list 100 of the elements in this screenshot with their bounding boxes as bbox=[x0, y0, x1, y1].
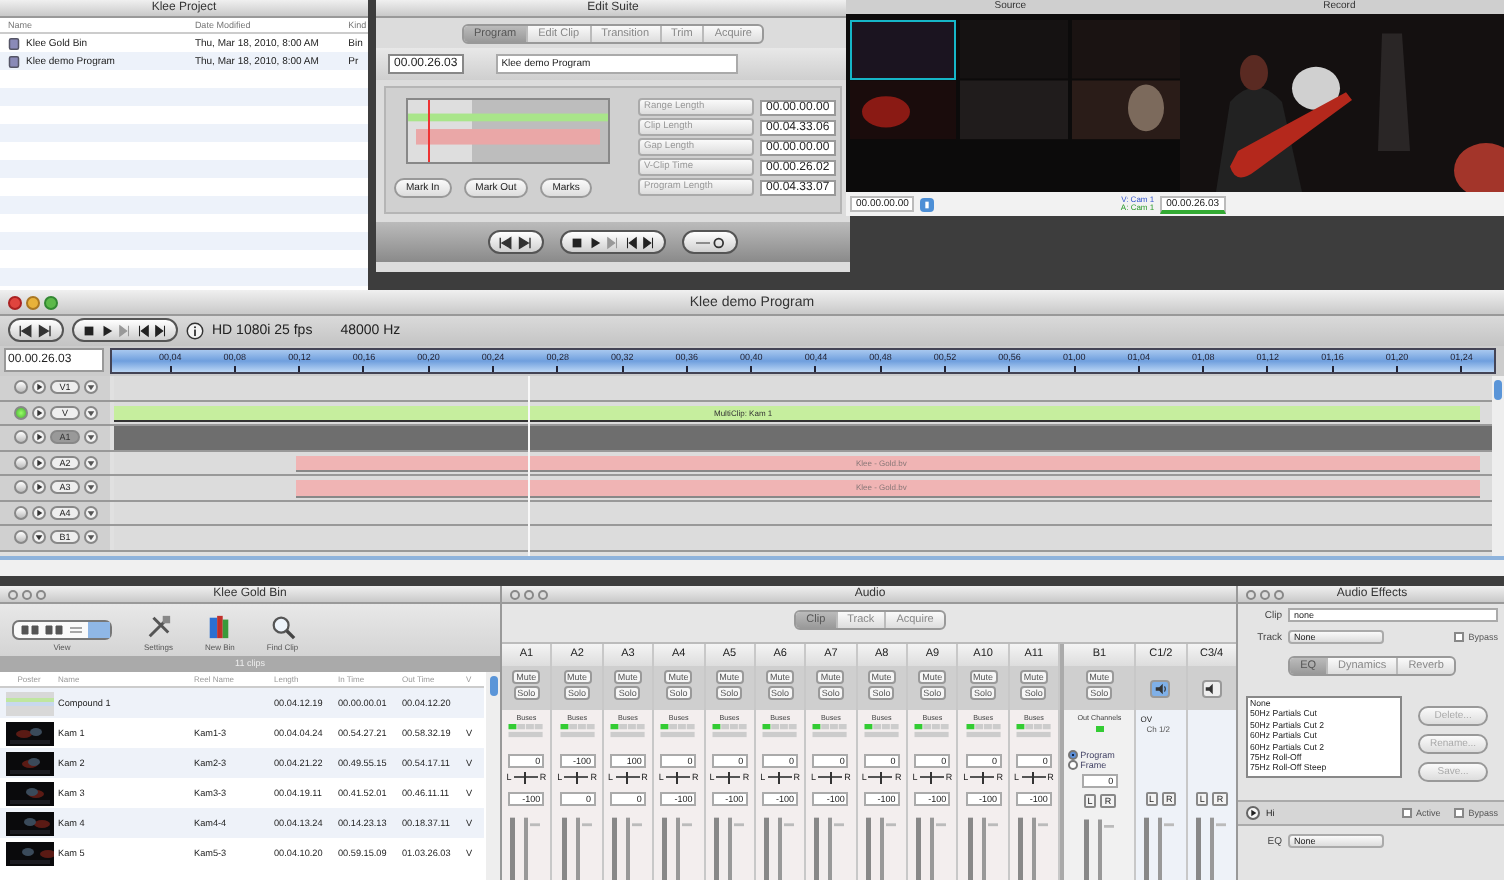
books-icon bbox=[206, 614, 233, 640]
forward-button[interactable] bbox=[154, 323, 168, 338]
loop-icon bbox=[692, 235, 728, 249]
speaker-button[interactable] bbox=[1201, 679, 1222, 697]
scrollbar[interactable] bbox=[486, 672, 500, 880]
back-button[interactable] bbox=[624, 235, 638, 249]
selected-angle-frame[interactable] bbox=[850, 20, 956, 80]
fader-drawing bbox=[607, 812, 648, 880]
toggle-icon bbox=[86, 457, 96, 468]
zoom-button[interactable] bbox=[44, 295, 58, 309]
down-triangle-icon bbox=[34, 532, 44, 543]
forward-icon bbox=[642, 235, 656, 249]
search-icon bbox=[269, 614, 296, 640]
play-button[interactable] bbox=[32, 455, 46, 470]
play-icon bbox=[34, 407, 44, 418]
options-button[interactable] bbox=[84, 455, 98, 470]
play-button[interactable] bbox=[588, 235, 602, 249]
loop-control[interactable] bbox=[682, 230, 738, 254]
disclosure-button[interactable] bbox=[1246, 806, 1260, 820]
forward-button[interactable] bbox=[642, 235, 656, 249]
options-button[interactable] bbox=[84, 505, 98, 520]
options-button[interactable] bbox=[84, 430, 98, 445]
toggle-icon bbox=[86, 382, 96, 393]
play-button[interactable] bbox=[32, 430, 46, 445]
minimize-button[interactable] bbox=[1260, 589, 1270, 599]
play-icon bbox=[34, 457, 44, 468]
jump-icon bbox=[498, 235, 534, 249]
stop-button[interactable] bbox=[570, 235, 584, 249]
track-select-button[interactable] bbox=[14, 405, 28, 420]
checkbox[interactable] bbox=[1454, 632, 1465, 642]
options-button[interactable] bbox=[84, 530, 98, 545]
zoom-button[interactable] bbox=[36, 589, 46, 599]
play-button[interactable] bbox=[32, 405, 46, 420]
fader-drawing bbox=[861, 812, 902, 880]
fader-drawing bbox=[709, 812, 750, 880]
jump-icon bbox=[18, 323, 54, 338]
track-select-button[interactable] bbox=[14, 480, 28, 495]
play-icon bbox=[34, 507, 44, 518]
down-button[interactable] bbox=[84, 405, 98, 420]
back-icon bbox=[624, 235, 638, 249]
fader-drawing bbox=[1191, 812, 1232, 880]
play-button[interactable] bbox=[32, 480, 46, 495]
compound-clip-icon bbox=[5, 691, 53, 715]
track-select-button[interactable] bbox=[14, 505, 28, 520]
zoom-button[interactable] bbox=[1274, 589, 1284, 599]
minimize-button[interactable] bbox=[22, 589, 32, 599]
toggle-icon bbox=[86, 407, 96, 418]
speaker-button[interactable] bbox=[1150, 679, 1171, 697]
close-button[interactable] bbox=[8, 295, 22, 309]
radio-button[interactable] bbox=[1068, 760, 1079, 770]
forward-icon bbox=[154, 323, 168, 338]
play-icon bbox=[100, 323, 114, 338]
play-icon bbox=[34, 432, 44, 443]
speaker-icon bbox=[1153, 681, 1168, 695]
fader-drawing bbox=[557, 812, 598, 880]
sync-icon bbox=[922, 199, 933, 209]
toggle-icon bbox=[86, 432, 96, 443]
track-select-button[interactable] bbox=[14, 380, 28, 395]
expand-button[interactable] bbox=[32, 530, 46, 545]
fader-drawing bbox=[1079, 814, 1120, 880]
back-button[interactable] bbox=[136, 323, 150, 338]
sync-button[interactable] bbox=[920, 197, 935, 211]
scrollbar[interactable] bbox=[0, 556, 1504, 576]
close-button[interactable] bbox=[1246, 589, 1256, 599]
stop-button[interactable] bbox=[82, 323, 96, 338]
play-button[interactable] bbox=[100, 323, 114, 338]
jump-controls[interactable] bbox=[488, 230, 544, 254]
track-select-button[interactable] bbox=[14, 530, 28, 545]
disclosure-icon bbox=[1248, 808, 1258, 818]
checkbox[interactable] bbox=[1401, 808, 1412, 818]
close-button[interactable] bbox=[8, 589, 18, 599]
checkbox[interactable] bbox=[1454, 808, 1465, 818]
jump-controls[interactable] bbox=[8, 318, 64, 343]
back-icon bbox=[136, 323, 150, 338]
play-button[interactable] bbox=[32, 380, 46, 395]
play-icon bbox=[34, 382, 44, 393]
step-icon bbox=[118, 323, 132, 338]
tools-icon bbox=[145, 614, 172, 640]
minimize-button[interactable] bbox=[26, 295, 40, 309]
track-select-button[interactable] bbox=[14, 455, 28, 470]
scrollbar[interactable] bbox=[1492, 376, 1504, 557]
play-icon bbox=[588, 235, 602, 249]
toggle-icon bbox=[86, 507, 96, 518]
minimize-button[interactable] bbox=[524, 589, 534, 599]
stop-icon bbox=[570, 235, 584, 249]
speaker-icon bbox=[1204, 681, 1219, 695]
track-select-button[interactable] bbox=[14, 430, 28, 445]
options-button[interactable] bbox=[84, 480, 98, 495]
fader-drawing bbox=[963, 812, 1004, 880]
close-button[interactable] bbox=[510, 589, 520, 599]
stop-icon bbox=[82, 323, 96, 338]
zoom-button[interactable] bbox=[538, 589, 548, 599]
toggle-icon bbox=[86, 482, 96, 493]
play-icon bbox=[34, 482, 44, 493]
play-button[interactable] bbox=[32, 505, 46, 520]
down-button[interactable] bbox=[84, 380, 98, 395]
info-icon[interactable] bbox=[186, 321, 204, 340]
status-light bbox=[1095, 726, 1104, 732]
view-mode-icon bbox=[12, 620, 112, 640]
toggle-icon bbox=[86, 532, 96, 543]
